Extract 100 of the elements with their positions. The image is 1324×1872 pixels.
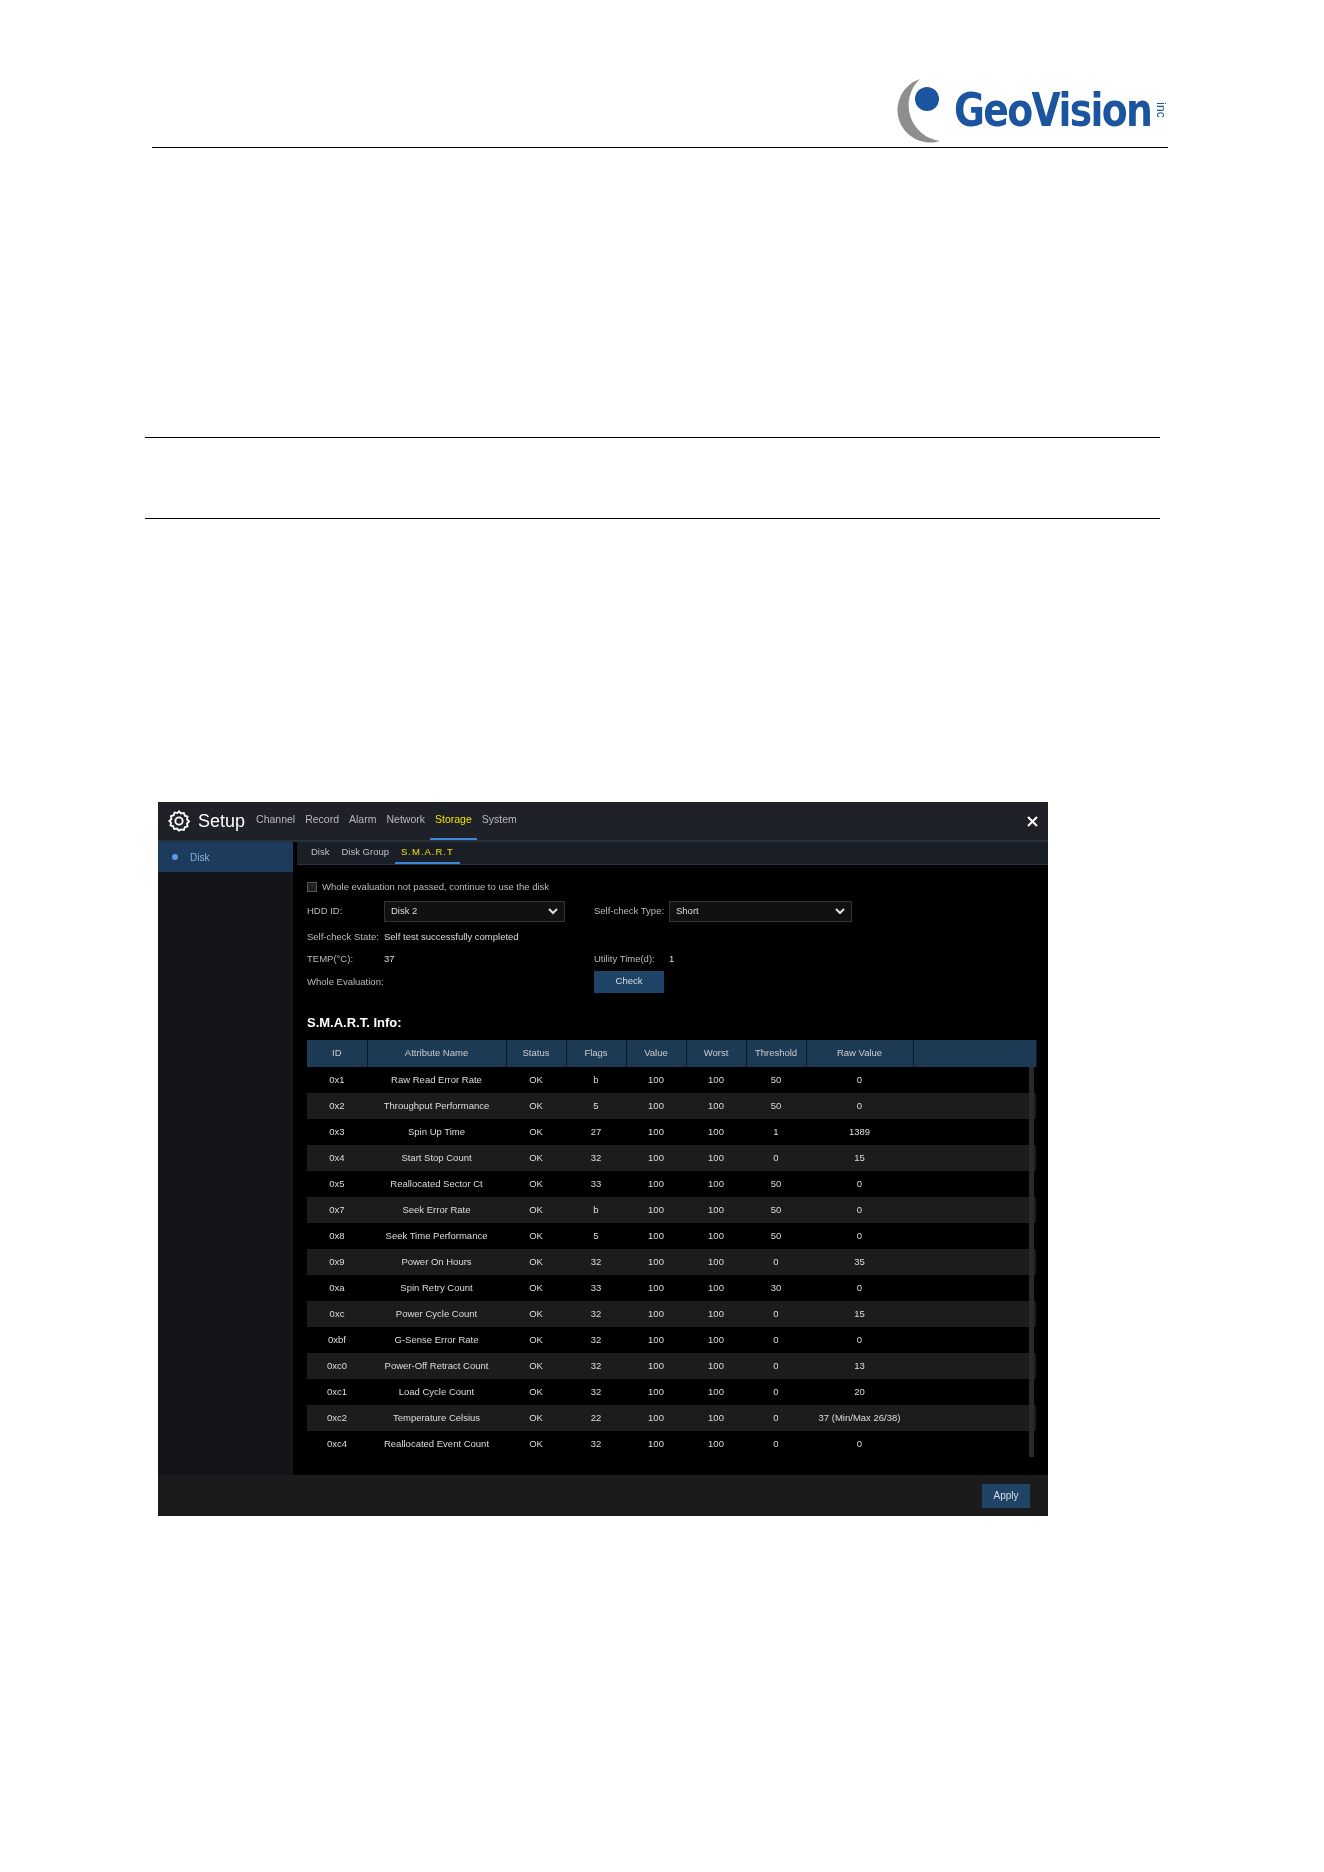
table-cell: OK [506, 1301, 566, 1327]
section-title: S.M.A.R.T. Info: [307, 1013, 403, 1032]
menu-tab[interactable]: Storage [429, 802, 477, 840]
table-cell: 0 [806, 1197, 913, 1223]
column-header: Status [506, 1040, 566, 1067]
table-cell: b [566, 1067, 626, 1093]
table-cell: OK [506, 1223, 566, 1249]
table-cell: 100 [626, 1405, 686, 1431]
menu-tab[interactable]: Channel [251, 802, 301, 840]
field-label: TEMP(°C): [307, 952, 354, 967]
menu-tab[interactable]: Network [381, 802, 430, 840]
logo-text: GeoVision [954, 87, 1152, 133]
table-cell: 50 [746, 1223, 806, 1249]
column-header: Raw Value [806, 1040, 913, 1067]
table-cell: 32 [566, 1353, 626, 1379]
menu-tab[interactable]: System [476, 802, 522, 840]
table-cell: 0 [806, 1327, 913, 1353]
table-cell: 13 [806, 1353, 913, 1379]
table-cell: 0 [806, 1275, 913, 1301]
table-cell: 0x7 [307, 1197, 367, 1223]
app-title: Setup [198, 809, 246, 833]
table-cell: Raw Read Error Rate [367, 1067, 506, 1093]
menu-tab[interactable]: Alarm [344, 802, 382, 840]
table-cell: 100 [686, 1405, 746, 1431]
apply-button[interactable]: Apply [982, 1483, 1030, 1508]
scrollbar[interactable] [1029, 1067, 1034, 1457]
table-cell: 0 [806, 1093, 913, 1119]
checkbox[interactable] [307, 882, 317, 892]
table-cell: Throughput Performance [367, 1093, 506, 1119]
table-cell: OK [506, 1197, 566, 1223]
table-cell: 100 [626, 1119, 686, 1145]
table-cell: Seek Error Rate [367, 1197, 506, 1223]
dropdown[interactable]: Disk 2 [384, 901, 565, 922]
table-cell: 0x4 [307, 1145, 367, 1171]
table-cell: 5 [566, 1223, 626, 1249]
dropdown[interactable]: Short [669, 901, 852, 922]
table-cell: 0 [806, 1171, 913, 1197]
check-button[interactable]: Check [594, 970, 664, 993]
tab[interactable]: S.M.A.R.T [395, 842, 460, 864]
table-cell: 100 [686, 1379, 746, 1405]
table-cell: 0 [806, 1067, 913, 1093]
table-cell: 0x5 [307, 1171, 367, 1197]
table-cell: 1389 [806, 1119, 913, 1145]
chevron-down-icon [548, 908, 558, 915]
table-cell: 1 [746, 1119, 806, 1145]
table-cell: 0xc [307, 1301, 367, 1327]
table-cell: 100 [626, 1197, 686, 1223]
table-cell: 0 [746, 1145, 806, 1171]
table-cell: Spin Retry Count [367, 1275, 506, 1301]
table-cell: 30 [746, 1275, 806, 1301]
close-button[interactable] [1027, 815, 1038, 827]
table-cell: 0 [746, 1301, 806, 1327]
table-cell: OK [506, 1145, 566, 1171]
table-cell: G-Sense Error Rate [367, 1327, 506, 1353]
chevron-down-icon [835, 908, 845, 915]
field-label: Self-check State: [307, 930, 380, 944]
column-header: Flags [566, 1040, 626, 1067]
table-cell: Power-Off Retract Count [367, 1353, 506, 1379]
table-cell: 33 [566, 1171, 626, 1197]
table-cell: 100 [626, 1353, 686, 1379]
table-cell: 0x1 [307, 1067, 367, 1093]
column-header: Threshold [746, 1040, 806, 1067]
table-cell: 32 [566, 1301, 626, 1327]
table-cell: 100 [626, 1067, 686, 1093]
table-cell: 0x3 [307, 1119, 367, 1145]
sidebar-item[interactable]: Disk [158, 842, 293, 872]
table-cell: 50 [746, 1197, 806, 1223]
table-cell: 100 [686, 1301, 746, 1327]
table-cell: 50 [746, 1093, 806, 1119]
table-cell: 50 [746, 1171, 806, 1197]
table-cell: Start Stop Count [367, 1145, 506, 1171]
menu-tab[interactable]: Record [300, 802, 345, 840]
table-cell: Load Cycle Count [367, 1379, 506, 1405]
table-cell: OK [506, 1067, 566, 1093]
table-cell: 0xc1 [307, 1379, 367, 1405]
table-cell: 100 [686, 1249, 746, 1275]
column-header: ID [307, 1040, 367, 1067]
table-cell: OK [506, 1353, 566, 1379]
table-cell: OK [506, 1379, 566, 1405]
dot-icon [172, 854, 178, 860]
table-cell: 15 [806, 1301, 913, 1327]
table-cell: OK [506, 1119, 566, 1145]
table-cell: OK [506, 1093, 566, 1119]
table-cell: 100 [686, 1197, 746, 1223]
table-cell: 100 [626, 1145, 686, 1171]
tab[interactable]: Disk Group [335, 842, 395, 864]
table-cell: OK [506, 1275, 566, 1301]
table-cell: 0 [746, 1379, 806, 1405]
field-value: Self test successfully completed [384, 930, 520, 944]
gear-icon [168, 810, 190, 832]
table-cell: b [566, 1197, 626, 1223]
tab[interactable]: Disk [305, 842, 336, 864]
table-cell: 0xbf [307, 1327, 367, 1353]
column-header: Attribute Name [367, 1040, 506, 1067]
field-label: Self-check Type: [594, 904, 666, 919]
table-cell: 100 [686, 1353, 746, 1379]
table-cell: 100 [686, 1093, 746, 1119]
table-cell: 100 [686, 1119, 746, 1145]
table-cell: 32 [566, 1249, 626, 1275]
table-cell: 35 [806, 1249, 913, 1275]
